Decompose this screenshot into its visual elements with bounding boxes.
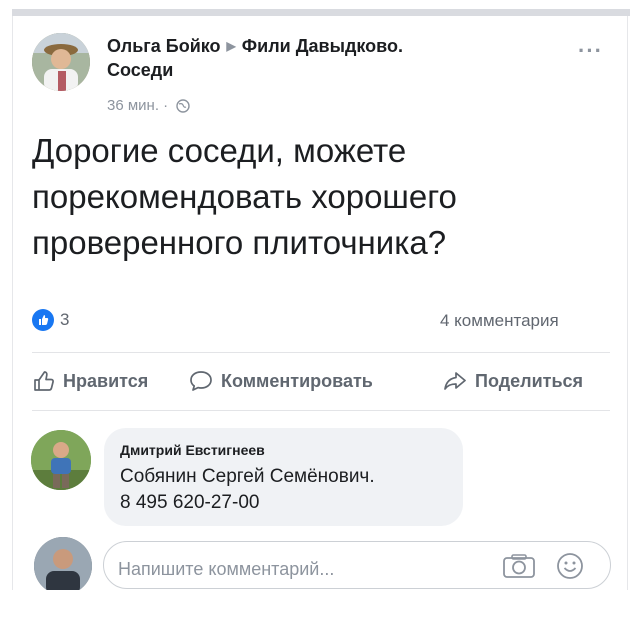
author-avatar[interactable] <box>32 33 90 91</box>
more-icon[interactable]: ··· <box>578 38 603 64</box>
emoji-icon[interactable] <box>556 552 584 580</box>
commenter-photo <box>31 430 91 490</box>
post-time[interactable]: 36 мин. · <box>107 97 168 114</box>
divider <box>32 410 610 411</box>
group-name-line2[interactable]: Соседи <box>107 60 173 80</box>
post-header: Ольга Бойко ▶ Фили Давыдково. Соседи <box>107 34 527 82</box>
like-thumb-icon <box>34 371 54 391</box>
arrow-right-icon: ▶ <box>226 39 236 53</box>
comments-count[interactable]: 4 комментария <box>440 311 559 331</box>
author-photo <box>32 33 90 91</box>
share-label: Поделиться <box>475 370 584 391</box>
group-name[interactable]: Фили Давыдково. <box>242 36 403 56</box>
current-user-photo <box>34 537 92 595</box>
like-button[interactable]: Нравится <box>33 370 148 392</box>
share-button[interactable]: Поделиться <box>443 370 583 392</box>
post-text: Дорогие соседи, можете порекомендовать х… <box>32 128 612 266</box>
likes-count: 3 <box>60 310 70 329</box>
post-text-line: порекомендовать хорошего <box>32 178 457 215</box>
post-text-line: Дорогие соседи, можете <box>32 132 407 169</box>
post-text-line: проверенного плиточника? <box>32 224 447 261</box>
comment-line: 8 495 620-27-00 <box>120 492 260 513</box>
comment-icon <box>190 371 212 391</box>
comment-button[interactable]: Комментировать <box>189 370 373 392</box>
top-bar <box>12 9 630 16</box>
comment-label: Комментировать <box>221 370 373 391</box>
comment-text: Собянин Сергей Семёнович. 8 495 620-27-0… <box>120 464 375 516</box>
camera-icon[interactable] <box>502 553 536 579</box>
page-bottom <box>0 590 640 617</box>
author-name[interactable]: Ольга Бойко <box>107 36 221 56</box>
globe-icon <box>176 99 191 113</box>
like-label: Нравится <box>63 370 149 391</box>
divider <box>32 352 610 353</box>
commenter-name[interactable]: Дмитрий Евстигнеев <box>120 442 265 458</box>
like-badge-icon <box>32 309 54 331</box>
commenter-avatar[interactable] <box>31 430 91 490</box>
share-icon <box>444 372 466 390</box>
comment-input-placeholder: Напишите комментарий... <box>118 559 335 579</box>
post-meta: 36 мин. · <box>107 97 191 114</box>
current-user-avatar <box>34 537 92 595</box>
comment-line: Собянин Сергей Семёнович. <box>120 466 375 487</box>
reactions-summary[interactable]: 3 <box>32 309 69 331</box>
